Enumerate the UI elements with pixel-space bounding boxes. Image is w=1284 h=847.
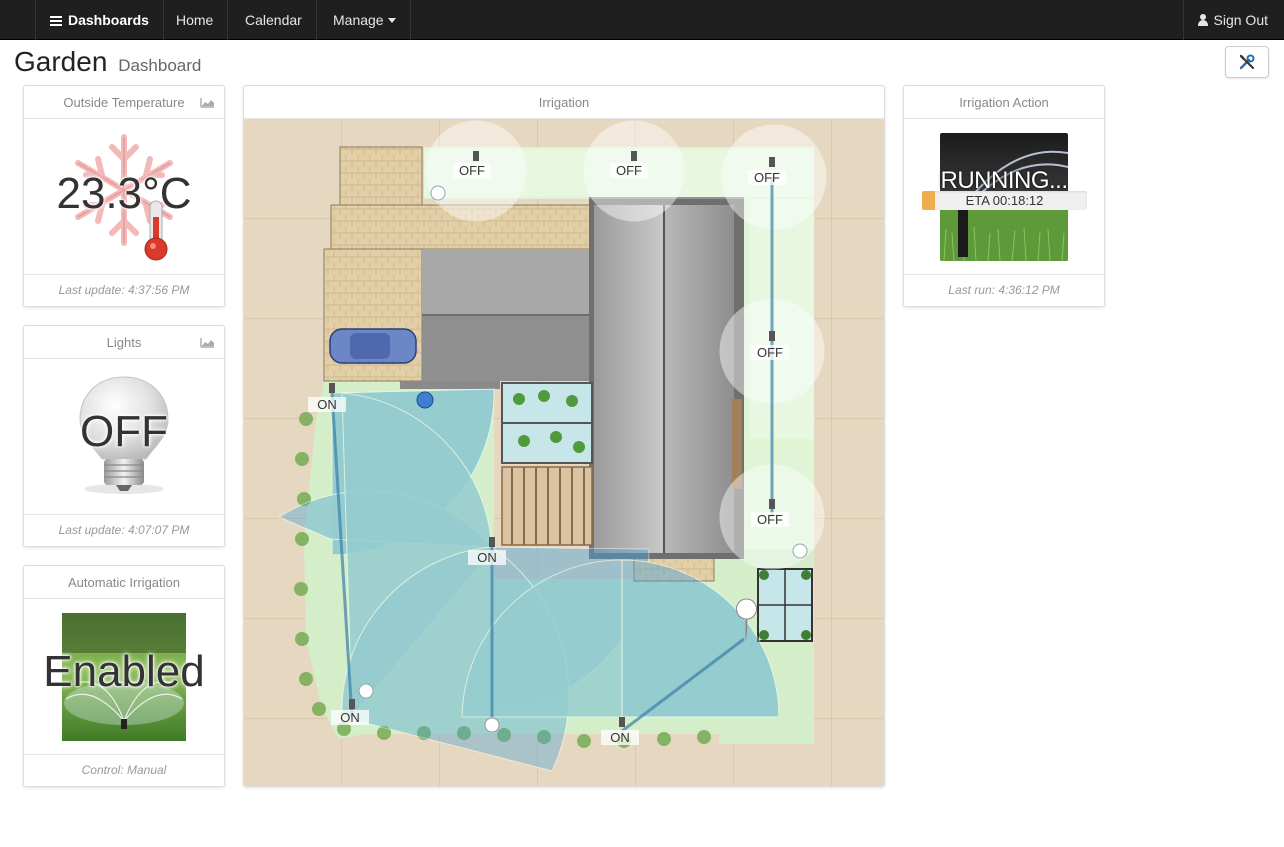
irrigation-eta: ETA 00:18:12 — [965, 193, 1044, 208]
nav-signout-link[interactable]: Sign Out — [1182, 0, 1284, 40]
lights-value: OFF — [80, 407, 168, 456]
lights-widget-title: Lights — [106, 335, 142, 350]
zone-2-status[interactable]: OFF — [610, 163, 648, 178]
nav-manage-label: Manage — [333, 12, 384, 28]
automatic-irrigation-widget[interactable]: Automatic Irrigation Enabled Control: Ma… — [23, 565, 225, 787]
irrigation-last-run: Last run: 4:36:12 PM — [904, 274, 1104, 306]
area-chart-icon[interactable] — [200, 337, 215, 348]
temperature-widget-title: Outside Temperature — [63, 95, 185, 110]
temperature-widget-header: Outside Temperature — [24, 86, 224, 119]
zone-1-status[interactable]: OFF — [453, 163, 491, 178]
page-subtitle: Dashboard — [118, 56, 202, 75]
irrigation-action-widget[interactable]: Irrigation Action RUNNING... ETA 00:18:1… — [903, 85, 1105, 307]
irrigation-widget-title: Irrigation — [538, 95, 590, 110]
caret-down-icon — [387, 18, 396, 23]
automatic-irrigation-value: Enabled — [43, 647, 205, 696]
temperature-value: 23.3°C — [56, 169, 192, 218]
nav-home-link[interactable]: Home — [162, 0, 229, 40]
zone-6-status[interactable]: ON — [308, 397, 346, 412]
area-chart-icon[interactable] — [200, 97, 215, 108]
zone-7-status[interactable]: ON — [468, 550, 506, 565]
tools-icon — [1239, 54, 1255, 70]
temperature-widget-body: 23.3°C — [24, 119, 224, 274]
nav-manage-dropdown[interactable]: Manage — [319, 0, 411, 40]
user-icon — [1197, 14, 1208, 26]
irrigation-action-body: RUNNING... ETA 00:18:12 — [904, 119, 1104, 274]
irrigation-action-title: Irrigation Action — [959, 95, 1049, 110]
garden-map[interactable]: OFF OFF OFF OFF OFF ON ON ON ON — [244, 119, 884, 786]
top-navbar: Dashboards Home Calendar Manage Sign Out — [0, 0, 1284, 40]
page-title-main: Garden — [14, 46, 108, 77]
automatic-irrigation-body: Enabled — [24, 599, 224, 754]
zone-5-status[interactable]: OFF — [751, 512, 789, 527]
lights-widget[interactable]: Lights OFF Last update: 4:07:07 PM — [23, 325, 225, 547]
irrigation-widget-header: Irrigation — [244, 86, 884, 119]
temperature-widget[interactable]: Outside Temperature 23.3°C Last update: … — [23, 85, 225, 307]
zone-3-status[interactable]: OFF — [748, 170, 786, 185]
page-title: Garden Dashboard — [14, 46, 201, 78]
lights-widget-header: Lights — [24, 326, 224, 359]
lights-widget-body: OFF — [24, 359, 224, 514]
lights-last-update: Last update: 4:07:07 PM — [24, 514, 224, 546]
nav-dashboards-label: Dashboards — [68, 12, 149, 28]
menu-icon — [50, 16, 62, 26]
zone-4-status[interactable]: OFF — [751, 345, 789, 360]
garden-plan — [244, 119, 884, 786]
zone-8-status[interactable]: ON — [331, 710, 369, 725]
zone-9-status[interactable]: ON — [601, 730, 639, 745]
automatic-irrigation-header: Automatic Irrigation — [24, 566, 224, 599]
nav-signout-label: Sign Out — [1213, 12, 1268, 28]
automatic-irrigation-title: Automatic Irrigation — [68, 575, 180, 590]
irrigation-widget[interactable]: Irrigation OFF OFF OFF OFF OFF ON ON ON … — [243, 85, 885, 787]
temperature-last-update: Last update: 4:37:56 PM — [24, 274, 224, 306]
irrigation-progress-bar: ETA 00:18:12 — [922, 191, 1087, 210]
edit-dashboard-button[interactable] — [1225, 46, 1269, 78]
nav-dashboards-menu[interactable]: Dashboards — [36, 0, 164, 40]
nav-calendar-link[interactable]: Calendar — [231, 0, 317, 40]
navbar-edge — [0, 0, 36, 40]
automatic-irrigation-control: Control: Manual — [24, 754, 224, 786]
irrigation-action-header: Irrigation Action — [904, 86, 1104, 119]
